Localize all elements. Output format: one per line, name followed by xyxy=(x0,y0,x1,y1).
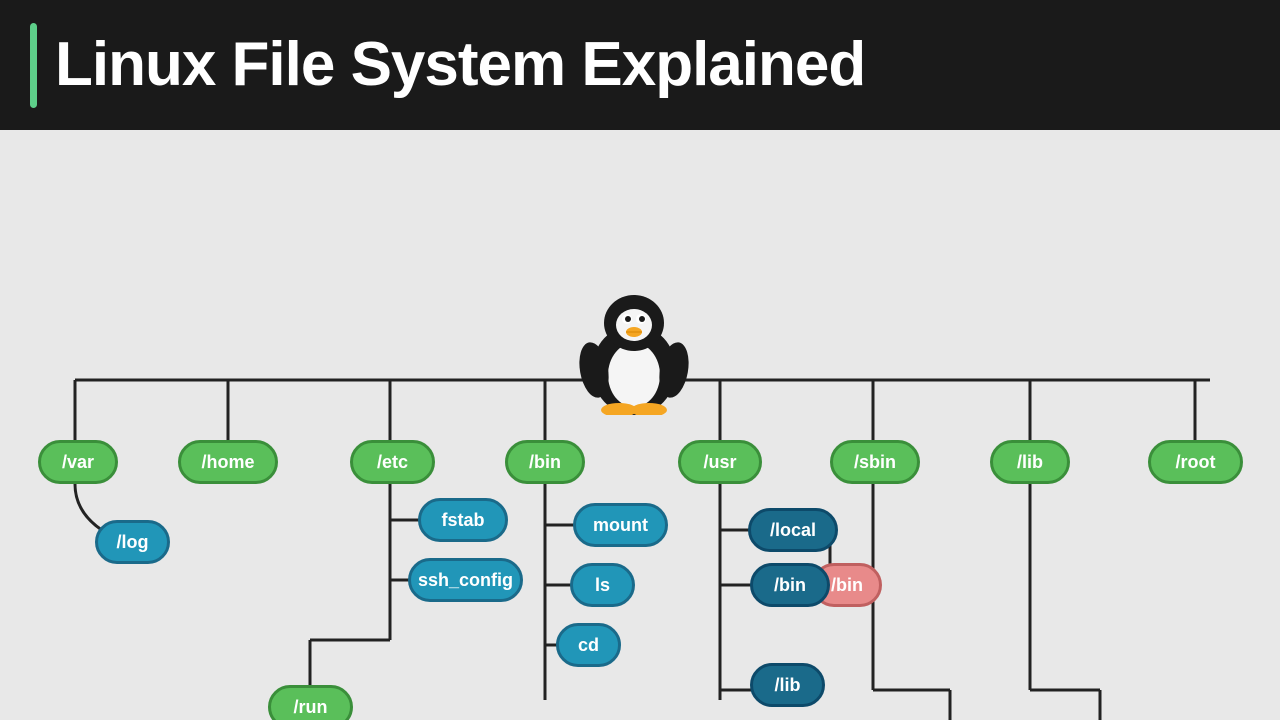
node-home: /home xyxy=(178,440,278,484)
node-run: /run xyxy=(268,685,353,720)
node-cd: cd xyxy=(556,623,621,667)
node-bin: /bin xyxy=(505,440,585,484)
main-content: /var /home /etc /bin /usr /sbin /lib /ro… xyxy=(0,130,1280,720)
node-log: /log xyxy=(95,520,170,564)
node-ssh-config: ssh_config xyxy=(408,558,523,602)
node-usr: /usr xyxy=(678,440,762,484)
node-sbin: /sbin xyxy=(830,440,920,484)
node-etc: /etc xyxy=(350,440,435,484)
node-mount: mount xyxy=(573,503,668,547)
page-title: Linux File System Explained xyxy=(55,34,865,96)
header: Linux File System Explained xyxy=(0,0,1280,130)
node-fstab: fstab xyxy=(418,498,508,542)
node-usr-bin: /bin xyxy=(750,563,830,607)
node-var: /var xyxy=(38,440,118,484)
node-ls: ls xyxy=(570,563,635,607)
node-usr-lib: /lib xyxy=(750,663,825,707)
tux-penguin xyxy=(574,285,694,415)
node-usr-local: /local xyxy=(748,508,838,552)
header-accent-bar xyxy=(30,23,37,108)
node-lib: /lib xyxy=(990,440,1070,484)
node-root: /root xyxy=(1148,440,1243,484)
